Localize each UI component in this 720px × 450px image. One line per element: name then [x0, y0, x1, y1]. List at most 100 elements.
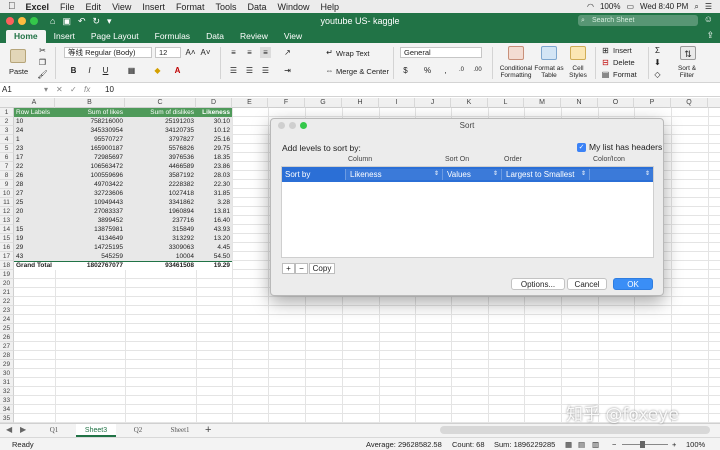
home-icon[interactable]: ⌂: [50, 16, 55, 27]
column-header[interactable]: N: [561, 98, 598, 108]
copy-icon[interactable]: ❐: [37, 57, 48, 68]
align-right-icon[interactable]: ☰: [260, 65, 271, 76]
accounting-icon[interactable]: $: [400, 65, 411, 76]
fill-color-icon[interactable]: ◆: [152, 65, 163, 76]
table-cell[interactable]: 49703422: [55, 180, 125, 189]
column-header[interactable]: K: [451, 98, 488, 108]
page-layout-view-icon[interactable]: ▤: [578, 440, 585, 449]
column-header[interactable]: M: [524, 98, 561, 108]
pivot-header-cell[interactable]: Likeness: [196, 108, 232, 117]
table-cell[interactable]: 26: [14, 171, 55, 180]
customize-icon[interactable]: ▾: [107, 16, 112, 27]
menu-edit[interactable]: Edit: [86, 2, 102, 12]
menu-data[interactable]: Data: [247, 2, 266, 12]
sort-order-select[interactable]: Largest to Smallest ⇕: [501, 169, 589, 180]
tab-formulas[interactable]: Formulas: [147, 30, 198, 43]
add-level-button[interactable]: +: [282, 263, 295, 274]
table-cell[interactable]: 100559696: [55, 171, 125, 180]
column-header[interactable]: F: [268, 98, 305, 108]
table-cell[interactable]: 34120735: [125, 126, 196, 135]
sheet-tab-sheet1[interactable]: Sheet1: [160, 424, 200, 437]
row-header[interactable]: 31: [0, 378, 14, 387]
table-cell[interactable]: 3797827: [125, 135, 196, 144]
undo-icon[interactable]: ↶: [78, 16, 86, 27]
table-cell[interactable]: 31.85: [196, 189, 232, 198]
table-cell[interactable]: 20: [14, 207, 55, 216]
name-box[interactable]: A1: [2, 85, 42, 95]
menu-help[interactable]: Help: [321, 2, 340, 12]
grand-total-cell[interactable]: 93461508: [125, 261, 196, 270]
table-cell[interactable]: 24: [14, 126, 55, 135]
row-header[interactable]: 17: [0, 252, 14, 261]
format-cells-button[interactable]: Format: [613, 70, 637, 79]
table-cell[interactable]: 345330954: [55, 126, 125, 135]
table-cell[interactable]: 3976536: [125, 153, 196, 162]
percent-icon[interactable]: %: [422, 65, 433, 76]
bold-button[interactable]: B: [68, 65, 79, 76]
table-cell[interactable]: 3.28: [196, 198, 232, 207]
row-header[interactable]: 10: [0, 189, 14, 198]
row-header[interactable]: 18: [0, 261, 14, 270]
row-header[interactable]: 30: [0, 369, 14, 378]
table-cell[interactable]: 29.75: [196, 144, 232, 153]
row-header[interactable]: 29: [0, 360, 14, 369]
battery-icon[interactable]: ▭: [626, 2, 634, 11]
cancel-formula-icon[interactable]: ✕: [56, 85, 63, 94]
cancel-button[interactable]: Cancel: [567, 278, 607, 290]
name-box-dropdown-icon[interactable]: ▾: [44, 85, 48, 94]
table-cell[interactable]: 54.50: [196, 252, 232, 261]
zoom-window-button[interactable]: [30, 17, 38, 25]
row-header[interactable]: 27: [0, 342, 14, 351]
pivot-header-cell[interactable]: Sum of likes: [55, 108, 125, 117]
close-window-button[interactable]: [6, 17, 14, 25]
indent-icon[interactable]: ⇥: [282, 65, 293, 76]
table-cell[interactable]: 10004: [125, 252, 196, 261]
zoom-out-icon[interactable]: −: [612, 440, 616, 449]
row-header[interactable]: 23: [0, 306, 14, 315]
apple-icon[interactable]: : [8, 1, 16, 12]
table-cell[interactable]: 72985697: [55, 153, 125, 162]
tab-data[interactable]: Data: [198, 30, 232, 43]
increase-font-icon[interactable]: A˄: [185, 47, 196, 58]
table-cell[interactable]: 22: [14, 162, 55, 171]
zoom-in-icon[interactable]: +: [672, 440, 676, 449]
table-cell[interactable]: 1: [14, 135, 55, 144]
sheet-tab-sheet3[interactable]: Sheet3: [76, 424, 116, 437]
menu-format[interactable]: Format: [176, 2, 205, 12]
row-header[interactable]: 25: [0, 324, 14, 333]
my-list-has-headers-checkbox[interactable]: ✓ My list has headers: [577, 142, 662, 152]
underline-button[interactable]: U: [100, 65, 111, 76]
row-header[interactable]: 22: [0, 297, 14, 306]
table-cell[interactable]: 43: [14, 252, 55, 261]
row-header[interactable]: 21: [0, 288, 14, 297]
sort-filter-button[interactable]: Sort & Filter: [672, 65, 702, 79]
table-cell[interactable]: 315849: [125, 225, 196, 234]
align-center-icon[interactable]: ☰: [244, 65, 255, 76]
table-cell[interactable]: 30.10: [196, 117, 232, 126]
table-cell[interactable]: 23: [14, 144, 55, 153]
row-header[interactable]: 16: [0, 243, 14, 252]
table-cell[interactable]: 5576826: [125, 144, 196, 153]
remove-level-button[interactable]: −: [295, 263, 308, 274]
grand-total-cell[interactable]: 19.29: [196, 261, 232, 270]
table-cell[interactable]: 18.35: [196, 153, 232, 162]
row-header[interactable]: 2: [0, 117, 14, 126]
row-header[interactable]: 32: [0, 387, 14, 396]
column-header[interactable]: A: [14, 98, 55, 108]
conditional-formatting-button[interactable]: Conditional Formatting: [498, 65, 534, 79]
table-cell[interactable]: 23.86: [196, 162, 232, 171]
table-cell[interactable]: 2: [14, 216, 55, 225]
insert-cells-button[interactable]: Insert: [613, 46, 632, 55]
row-header[interactable]: 13: [0, 216, 14, 225]
row-header[interactable]: 11: [0, 198, 14, 207]
column-header[interactable]: C: [125, 98, 196, 108]
table-cell[interactable]: 10949443: [55, 198, 125, 207]
table-cell[interactable]: 1027418: [125, 189, 196, 198]
tab-view[interactable]: View: [276, 30, 310, 43]
comma-icon[interactable]: ,: [440, 65, 451, 76]
align-left-icon[interactable]: ☰: [228, 65, 239, 76]
row-header[interactable]: 28: [0, 351, 14, 360]
normal-view-icon[interactable]: ▦: [565, 440, 572, 449]
clear-icon[interactable]: ◇: [652, 69, 663, 80]
table-cell[interactable]: 3309063: [125, 243, 196, 252]
